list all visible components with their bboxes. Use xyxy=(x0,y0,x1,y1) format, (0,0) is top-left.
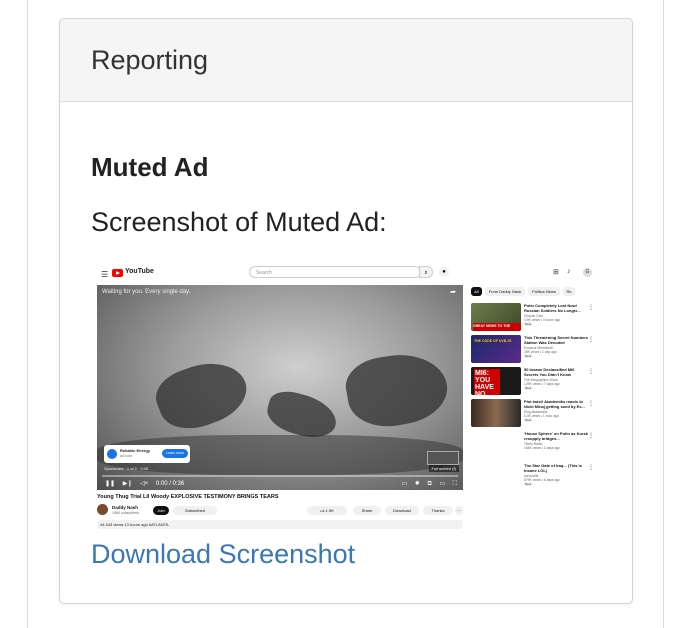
channel-subs: 196K subscribers xyxy=(112,511,140,515)
time-readout: 0:00 / 0:36 xyxy=(155,481,185,487)
ad-logo-icon xyxy=(107,449,117,459)
rec-badge: New xyxy=(524,482,533,486)
rec-badge: New xyxy=(524,418,533,422)
more-icon: ⋮ xyxy=(588,337,594,343)
sponsor-line: Sponsored · 1 of 2 · 0:28 xyxy=(104,466,149,471)
palm-tree-shape xyxy=(341,346,453,434)
rec-thumb-text: GREAT NEWS TO THE WORLD xyxy=(473,323,521,331)
join-button: Join xyxy=(153,506,169,515)
rec-title: The Star Gate of Iraq... (This is Insane… xyxy=(524,463,582,473)
volume-muted-icon: ◁× xyxy=(140,481,149,487)
download-button: Download xyxy=(385,506,419,515)
recommendation-item: THE CODE OF UVB-76 This Threatening Secr… xyxy=(471,335,604,365)
ad-card: Reliable Energy Ad com Learn more xyxy=(104,445,190,463)
video-title: Young Thug Trial Lil Woody EXPLOSIVE TES… xyxy=(97,494,279,500)
palm-tree-shape xyxy=(149,351,255,439)
rec-badge: New xyxy=(524,386,533,390)
download-screenshot-link[interactable]: Download Screenshot xyxy=(91,539,355,570)
rec-badge: New xyxy=(524,322,533,326)
create-icon: ⊞ xyxy=(553,269,559,276)
youtube-logo-icon xyxy=(112,269,123,277)
more-icon: ⋮ xyxy=(588,433,594,439)
more-icon: ⋮ xyxy=(588,465,594,471)
section-title: Muted Ad xyxy=(91,152,209,182)
rec-thumb-text: THE CODE OF UVB-76 xyxy=(474,339,512,343)
youtube-logo-text: YouTube xyxy=(125,268,154,275)
ad-name: Reliable Energy xyxy=(120,448,151,453)
screenshot-caption: Screenshot of Muted Ad: xyxy=(91,207,387,237)
panel-title: Reporting xyxy=(91,45,209,75)
recommendation-item: The Star Gate of Iraq... (This is Insane… xyxy=(471,463,604,493)
share-button: Share xyxy=(353,506,381,515)
subscribed-button: Subscribed xyxy=(173,506,217,515)
views-line: 44,943 views 13 hours ago #ATLANTA xyxy=(97,520,463,529)
video-overlay-title: Waiting for you. Every single day. xyxy=(102,289,191,295)
recommendation-item: Plot twist! Akademiks reacts to Nicki Mi… xyxy=(471,399,604,429)
more-icon: ⋯ xyxy=(455,506,463,515)
rec-title: Putin Completely Lost Now! Russian Soldi… xyxy=(524,303,581,313)
rec-views: 164K views • 1 days ago xyxy=(524,446,560,450)
muted-ad-screenshot: ☰ YouTube Search ⌕ ● ⊞ ♪ G Waiting for y… xyxy=(97,263,604,535)
thanks-button: Thanks xyxy=(423,506,453,515)
ad-cta-button: Learn more xyxy=(162,449,188,458)
like-button: 👍︎ 1.9K xyxy=(307,506,347,515)
ad-sub: Ad com xyxy=(120,454,132,458)
recommendation-item: 'House Sphere' on Putin as Kursk resuppl… xyxy=(471,431,604,461)
channel-avatar xyxy=(97,504,108,515)
rec-title: Plot twist! Akademiks reacts to Nicki Mi… xyxy=(524,399,585,409)
rec-title: 'House Sphere' on Putin as Kursk resuppl… xyxy=(524,431,588,441)
share-icon: ➦ xyxy=(450,289,456,296)
reporting-panel: Reporting Muted Ad Screenshot of Muted A… xyxy=(59,18,633,604)
youtube-topbar: ☰ YouTube Search ⌕ ● ⊞ ♪ G xyxy=(97,263,604,283)
rec-thumbnail xyxy=(471,399,521,427)
search-input: Search xyxy=(249,266,421,278)
rec-thumbnail: GREAT NEWS TO THE WORLD xyxy=(471,303,521,331)
theater-icon: ▭ xyxy=(439,481,446,487)
avatar: G xyxy=(583,268,592,277)
more-icon: ⋮ xyxy=(588,369,594,375)
fullscreen-tooltip: Full screen (f) xyxy=(428,465,459,472)
captions-icon: ▭ xyxy=(401,481,408,487)
ad-preview-thumb xyxy=(427,451,459,465)
video-player: Waiting for you. Every single day. ➦ Rel… xyxy=(97,285,463,490)
player-controls-left: ❚❚ ▶❙ ◁× 0:00 / 0:36 xyxy=(105,480,190,487)
pause-icon: ❚❚ xyxy=(105,481,116,487)
rec-title: 50 Insane Declassified MI6 Secrets You D… xyxy=(524,367,575,377)
menu-icon: ☰ xyxy=(101,270,109,279)
fullscreen-icon: ⛶ xyxy=(452,481,457,487)
mic-icon: ● xyxy=(439,267,449,277)
more-icon: ⋮ xyxy=(588,305,594,311)
chip-more: Re xyxy=(563,287,575,296)
recommendation-item: MI6: YOU HAVE NO IDEA 50 Insane Declassi… xyxy=(471,367,604,397)
miniplayer-icon: ⧉ xyxy=(427,481,432,487)
channel-name: Daddy Nash xyxy=(112,505,139,510)
settings-icon: ✹ xyxy=(414,481,420,487)
rec-thumbnail: MI6: YOU HAVE NO IDEA xyxy=(471,367,521,395)
player-controls-right: ▭ ✹ ⧉ ▭ ⛶ xyxy=(395,480,457,488)
recommendation-item: GREAT NEWS TO THE WORLD Putin Completely… xyxy=(471,303,604,333)
rec-title: This Threatening Secret Numbers Station … xyxy=(524,335,589,345)
progress-bar xyxy=(102,475,458,477)
bell-icon: ♪ xyxy=(567,268,571,275)
chip-from-channel: From Daddy Nash xyxy=(485,287,525,296)
next-icon: ▶❙ xyxy=(122,481,133,487)
chip-politics: Politics News xyxy=(528,287,560,296)
search-icon: ⌕ xyxy=(419,266,433,278)
like-count: 1.9K xyxy=(325,508,334,513)
rec-thumbnail: THE CODE OF UVB-76 xyxy=(471,335,521,363)
more-icon: ⋮ xyxy=(588,401,594,407)
chip-all: All xyxy=(471,287,482,296)
rec-badge: New xyxy=(524,354,533,358)
rec-thumb-text: MI6: YOU HAVE NO IDEA xyxy=(474,369,500,395)
